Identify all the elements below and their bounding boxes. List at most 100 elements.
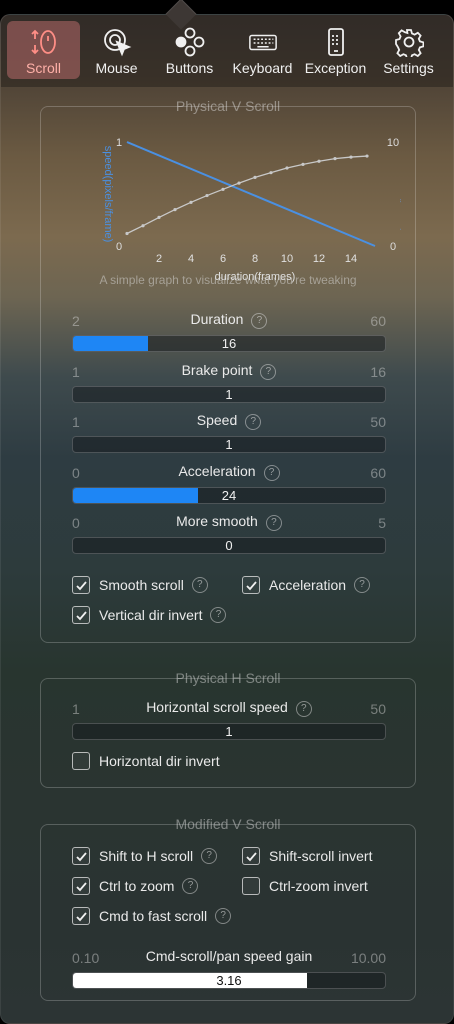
x-tick-label: 10 bbox=[281, 253, 293, 265]
scroll-curve-chart: 2 4 6 8 10 12 14duration(frames)10100speed(pix… bbox=[102, 137, 401, 283]
checkbox-label: Acceleration bbox=[269, 577, 347, 593]
distance-point bbox=[125, 231, 129, 236]
help-icon[interactable]: ? bbox=[182, 878, 199, 894]
help-icon[interactable]: ? bbox=[191, 577, 208, 593]
tab-scroll[interactable]: Scroll bbox=[7, 21, 80, 79]
slider-title: Cmd-scroll/pan speed gain bbox=[145, 948, 313, 964]
group-title: Modified V Scroll bbox=[175, 816, 281, 832]
speed-slider[interactable]: 1 bbox=[72, 436, 386, 453]
speed-slider-block: 1 Speed? 50 1 bbox=[72, 412, 386, 460]
tab-mouse-label: Mouse bbox=[95, 60, 138, 76]
help-icon[interactable]: ? bbox=[245, 414, 262, 430]
gear-icon bbox=[394, 27, 424, 57]
checkbox-label: Ctrl-zoom invert bbox=[269, 878, 368, 894]
tab-buttons-label: Buttons bbox=[165, 60, 214, 76]
slider-title: Duration bbox=[190, 311, 244, 327]
left-tick-label: 0 bbox=[116, 241, 122, 253]
slider-value: 1 bbox=[225, 724, 233, 739]
checkbox-box[interactable] bbox=[72, 752, 90, 770]
slider-value: 16 bbox=[221, 336, 237, 351]
horizontal-speed-slider[interactable]: 1 bbox=[72, 723, 386, 740]
help-icon[interactable]: ? bbox=[201, 848, 218, 864]
help-icon[interactable]: ? bbox=[251, 313, 268, 329]
distance-point bbox=[221, 187, 225, 191]
toolbar: Scroll Mouse Buttons Keyboard Exception … bbox=[1, 15, 453, 87]
help-icon[interactable]: ? bbox=[260, 364, 277, 380]
buttons-icon bbox=[175, 27, 205, 57]
cmd-speed-gain-slider[interactable]: 3.16 bbox=[72, 972, 386, 989]
checkbox-label: Cmd to fast scroll bbox=[99, 908, 208, 924]
shift-scroll-invert-checkbox[interactable]: Shift-scroll invert bbox=[242, 847, 372, 865]
tab-keyboard-label: Keyboard bbox=[232, 60, 293, 76]
checkbox-box[interactable] bbox=[242, 847, 260, 865]
tab-keyboard[interactable]: Keyboard bbox=[226, 21, 299, 79]
help-icon[interactable]: ? bbox=[215, 908, 232, 924]
checkbox-label: Vertical dir invert bbox=[99, 607, 203, 623]
left-axis-label: speed(pixels/frame) bbox=[102, 146, 114, 243]
more-smooth-slider-block: 0 More smooth? 5 0 bbox=[72, 513, 386, 561]
group-title: Physical H Scroll bbox=[175, 670, 281, 686]
acceleration-slider-block: 0 Acceleration? 60 24 bbox=[72, 463, 386, 511]
distance-point bbox=[301, 162, 305, 166]
distance-point bbox=[285, 166, 289, 170]
checkbox-box[interactable] bbox=[242, 576, 260, 594]
smooth-scroll-checkbox[interactable]: Smooth scroll ? bbox=[72, 576, 208, 594]
graph-caption: A simple graph to visualize what you're … bbox=[99, 273, 357, 287]
vertical-dir-invert-checkbox[interactable]: Vertical dir invert ? bbox=[72, 606, 227, 624]
checkbox-box[interactable] bbox=[72, 877, 90, 895]
checkbox-box[interactable] bbox=[242, 877, 260, 895]
tab-exception[interactable]: Exception bbox=[299, 21, 372, 79]
phone-icon bbox=[321, 27, 351, 57]
scroll-wheel-icon bbox=[29, 27, 59, 57]
help-icon[interactable]: ? bbox=[265, 515, 282, 531]
distance-point bbox=[237, 181, 241, 185]
slider-max: 60 bbox=[370, 465, 386, 481]
x-tick-label: 12 bbox=[313, 253, 325, 265]
duration-slider[interactable]: 16 bbox=[72, 335, 386, 352]
tab-buttons[interactable]: Buttons bbox=[153, 21, 226, 79]
tab-settings[interactable]: Settings bbox=[372, 21, 445, 79]
scroll-settings-popover: Scroll Mouse Buttons Keyboard Exception … bbox=[0, 14, 454, 1024]
more-smooth-slider[interactable]: 0 bbox=[72, 537, 386, 554]
help-icon[interactable]: ? bbox=[295, 701, 312, 717]
distance-point bbox=[173, 208, 177, 212]
checkbox-label: Shift to H scroll bbox=[99, 848, 194, 864]
x-tick-label: 8 bbox=[252, 253, 258, 265]
slider-value: 1 bbox=[225, 437, 233, 452]
checkbox-box[interactable] bbox=[72, 576, 90, 594]
acceleration-checkbox[interactable]: Acceleration ? bbox=[242, 576, 371, 594]
checkbox-box[interactable] bbox=[72, 847, 90, 865]
physical-v-scroll-group: Physical V Scroll 2 4 6 8 10 12 14 duration(fra… bbox=[40, 98, 416, 643]
ctrl-to-zoom-checkbox[interactable]: Ctrl to zoom ? bbox=[72, 877, 199, 895]
group-title: Physical V Scroll bbox=[175, 98, 281, 114]
slider-max: 50 bbox=[370, 414, 386, 430]
tab-settings-label: Settings bbox=[383, 60, 434, 76]
horizontal-dir-invert-checkbox[interactable]: Horizontal dir invert bbox=[72, 752, 220, 770]
right-axis-label: distance(pixels) bbox=[400, 156, 401, 232]
distance-point bbox=[365, 154, 369, 158]
distance-point bbox=[269, 171, 273, 175]
distance-point bbox=[205, 193, 209, 198]
checkbox-box[interactable] bbox=[72, 907, 90, 925]
help-icon[interactable]: ? bbox=[263, 465, 280, 481]
ctrl-zoom-invert-checkbox[interactable]: Ctrl-zoom invert bbox=[242, 877, 368, 895]
horizontal-speed-slider-block: 1 Horizontal scroll speed? 50 1 bbox=[72, 699, 386, 747]
help-icon[interactable]: ? bbox=[210, 607, 227, 623]
cmd-to-fast-scroll-checkbox[interactable]: Cmd to fast scroll ? bbox=[72, 907, 232, 925]
slider-value: 0 bbox=[225, 538, 233, 553]
slider-max: 50 bbox=[370, 701, 386, 717]
tab-mouse[interactable]: Mouse bbox=[80, 21, 153, 79]
brake-point-slider-block: 1 Brake point? 16 1 bbox=[72, 362, 386, 410]
help-icon[interactable]: ? bbox=[354, 577, 371, 593]
acceleration-slider[interactable]: 24 bbox=[72, 487, 386, 504]
checkbox-box[interactable] bbox=[72, 606, 90, 624]
x-tick-label: 4 bbox=[188, 253, 194, 265]
slider-max: 60 bbox=[370, 313, 386, 329]
checkbox-label: Ctrl to zoom bbox=[99, 878, 175, 894]
brake-point-slider[interactable]: 1 bbox=[72, 386, 386, 403]
tab-scroll-label: Scroll bbox=[25, 60, 61, 76]
shift-to-h-scroll-checkbox[interactable]: Shift to H scroll ? bbox=[72, 847, 218, 865]
modified-v-scroll-group: Modified V Scroll Shift to H scroll ? Sh… bbox=[40, 816, 416, 1001]
distance-point bbox=[349, 155, 353, 159]
x-tick-label: 14 bbox=[345, 253, 357, 265]
